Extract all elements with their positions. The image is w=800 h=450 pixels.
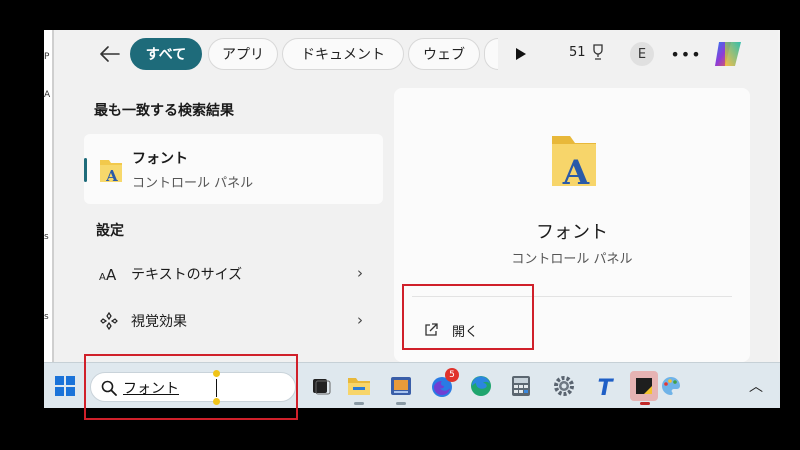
annotation-highlight-open bbox=[402, 284, 534, 350]
typora-button[interactable]: T bbox=[590, 371, 620, 401]
task-view-icon bbox=[313, 379, 331, 395]
more-options-button[interactable]: ••• bbox=[670, 42, 700, 66]
media-player-icon bbox=[391, 377, 411, 395]
filter-web[interactable]: ウェブ bbox=[408, 38, 480, 70]
best-match-title: フォント bbox=[132, 151, 188, 167]
back-arrow-icon bbox=[100, 46, 120, 62]
sticky-notes-button[interactable] bbox=[630, 371, 658, 405]
edge-button[interactable] bbox=[466, 371, 496, 401]
typora-icon: T bbox=[597, 376, 614, 398]
selection-indicator bbox=[84, 158, 87, 182]
running-indicator bbox=[396, 402, 406, 405]
filter-apps[interactable]: アプリ bbox=[208, 38, 278, 70]
calculator-icon bbox=[512, 376, 530, 396]
edge-icon bbox=[471, 376, 491, 396]
ellipsis-icon: ••• bbox=[670, 44, 702, 64]
detail-title: フォント bbox=[536, 222, 608, 243]
background-text: s bbox=[44, 312, 49, 322]
svg-text:A: A bbox=[99, 272, 106, 282]
scroll-filters-button[interactable] bbox=[509, 42, 533, 66]
sticky-notes-icon bbox=[636, 378, 652, 394]
background-text: A bbox=[44, 90, 51, 100]
back-button[interactable] bbox=[96, 40, 124, 68]
settings-button[interactable] bbox=[549, 371, 579, 401]
play-icon bbox=[516, 48, 526, 60]
background-text: P bbox=[44, 52, 50, 62]
folder-icon bbox=[348, 378, 370, 395]
svg-text:T: T bbox=[597, 376, 614, 398]
firefox-button[interactable]: 5 bbox=[427, 368, 459, 401]
background-text: s bbox=[44, 232, 49, 242]
filter-all[interactable]: すべて bbox=[130, 38, 202, 70]
svg-text:A: A bbox=[106, 266, 117, 282]
chevron-right-icon: › bbox=[357, 264, 363, 282]
running-indicator bbox=[640, 402, 650, 405]
best-match-result[interactable]: A フォント コントロール パネル bbox=[84, 134, 383, 204]
best-match-subtitle: コントロール パネル bbox=[132, 176, 254, 191]
gear-icon bbox=[554, 376, 574, 396]
annotation-highlight-search bbox=[84, 354, 298, 420]
filter-documents[interactable]: ドキュメント bbox=[282, 38, 404, 70]
fonts-folder-icon: A bbox=[100, 160, 122, 184]
media-player-button[interactable] bbox=[386, 371, 416, 405]
svg-text:A: A bbox=[105, 167, 118, 184]
svg-text:A: A bbox=[562, 153, 590, 190]
notification-badge: 5 bbox=[445, 368, 459, 382]
calculator-button[interactable] bbox=[506, 371, 536, 401]
chevron-right-icon: › bbox=[357, 311, 363, 329]
rewards-points[interactable]: 51 bbox=[569, 44, 606, 60]
running-indicator bbox=[354, 402, 364, 405]
paint-button[interactable] bbox=[656, 371, 686, 401]
windows-start-icon[interactable] bbox=[54, 375, 76, 397]
task-view-button[interactable] bbox=[306, 371, 336, 401]
setting-text-size[interactable]: A A テキストのサイズ › bbox=[84, 254, 383, 294]
settings-heading: 設定 bbox=[96, 223, 124, 239]
copilot-button[interactable] bbox=[710, 36, 746, 72]
show-hidden-icons-button[interactable]: ︿ bbox=[749, 376, 763, 396]
chevron-up-icon: ︿ bbox=[749, 379, 763, 395]
best-match-heading: 最も一致する検索結果 bbox=[94, 103, 234, 119]
visual-effects-icon bbox=[98, 311, 120, 331]
points-value: 51 bbox=[569, 44, 586, 60]
trophy-icon bbox=[592, 44, 603, 60]
setting-visual-effects[interactable]: 視覚効果 › bbox=[84, 301, 383, 341]
setting-label: 視覚効果 bbox=[131, 314, 187, 330]
setting-label: テキストのサイズ bbox=[131, 267, 243, 283]
filter-more-partial[interactable] bbox=[484, 38, 498, 70]
file-explorer-button[interactable] bbox=[344, 371, 374, 405]
fonts-folder-large-icon: A bbox=[552, 136, 596, 190]
account-avatar[interactable]: E bbox=[630, 42, 654, 66]
text-size-icon: A A bbox=[98, 264, 120, 284]
detail-subtitle: コントロール パネル bbox=[511, 252, 633, 267]
paint-palette-icon bbox=[661, 377, 680, 395]
copilot-icon bbox=[715, 42, 741, 66]
